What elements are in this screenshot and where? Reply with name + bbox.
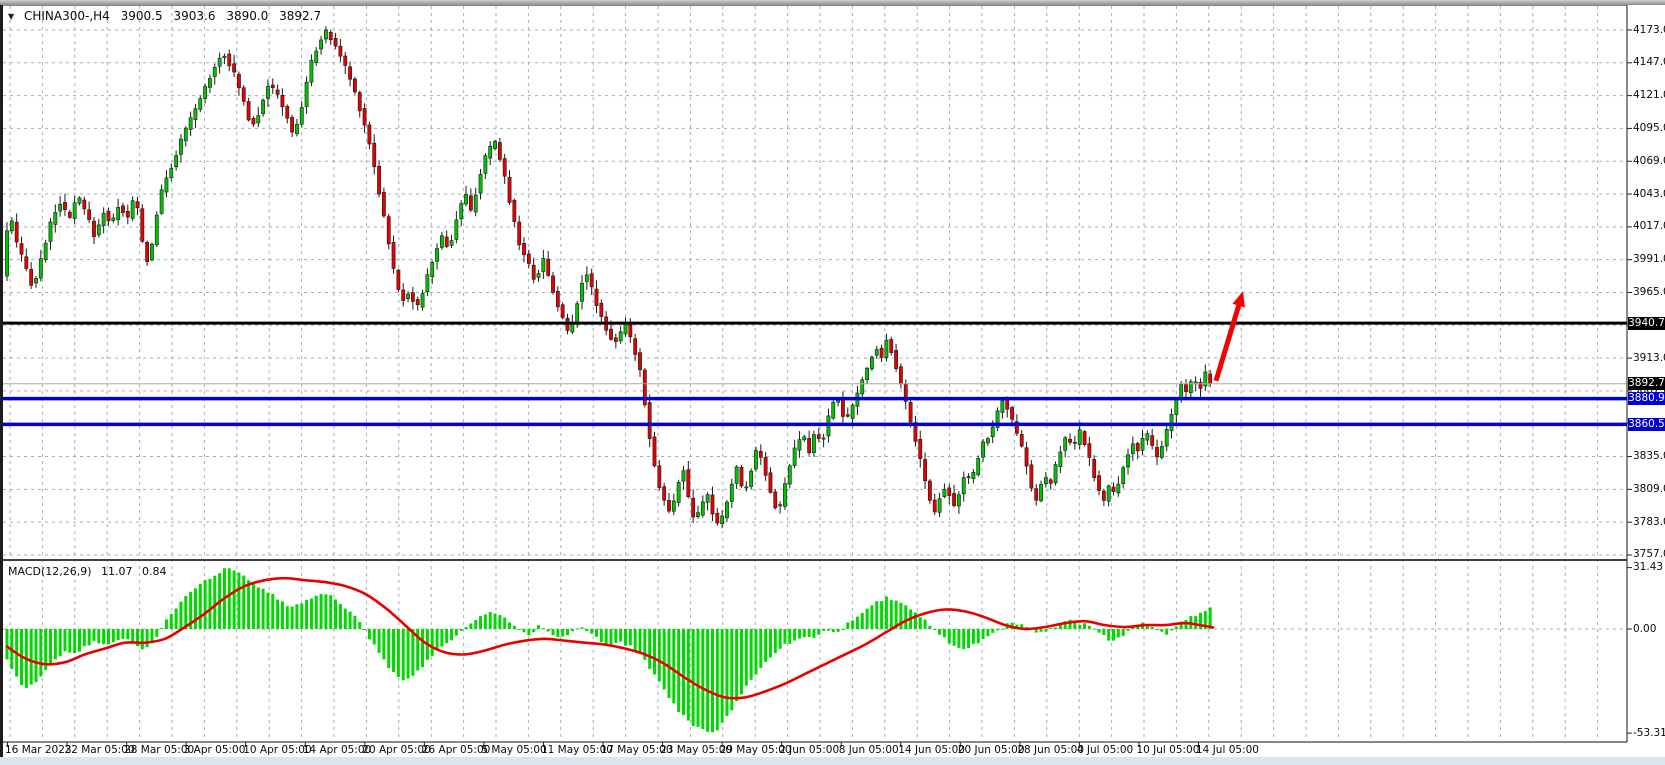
price-axis-label: 4069.0 — [1633, 155, 1665, 168]
price-axis-label: 4043.0 — [1633, 188, 1665, 201]
price-axis-label: 4121.0 — [1633, 89, 1665, 102]
chart-window: ▼ CHINA300-,H4 3900.5 3903.6 3890.0 3892… — [0, 0, 1665, 765]
price-axis-label: 3991.0 — [1633, 253, 1665, 266]
price-badge-3892-7: 3892.7 — [1628, 377, 1665, 390]
ohlc-close: 3892.7 — [279, 9, 321, 23]
price-axis-label: 4173.0 — [1633, 24, 1665, 37]
date-axis-label: 26 Apr 05:00 — [422, 744, 490, 756]
macd-value: 11.07 — [101, 565, 133, 578]
macd-indicator-label: MACD(12,26,9) 11.07 0.84 — [8, 565, 167, 578]
date-axis-label: 14 Jun 05:00 — [898, 744, 965, 756]
price-axis-label: 3809.0 — [1633, 483, 1665, 496]
date-axis-label: 10 Jul 05:00 — [1136, 744, 1199, 756]
macd-histogram — [6, 568, 1212, 732]
price-badge-3860-5: 3860.5 — [1628, 418, 1665, 431]
price-badge-3880-9: 3880.9 — [1628, 392, 1665, 405]
price-axis-label: 3783.0 — [1633, 516, 1665, 529]
macd-signal-value: 0.84 — [142, 565, 167, 578]
date-axis-label: 10 Apr 05:00 — [243, 744, 311, 756]
price-axis-label: 3913.0 — [1633, 352, 1665, 365]
date-axis-label: 14 Jul 05:00 — [1196, 744, 1259, 756]
date-axis-label: 28 Jun 05:00 — [1017, 744, 1084, 756]
date-axis-label: 8 Jun 05:00 — [839, 744, 899, 756]
ohlc-high: 3903.6 — [173, 9, 215, 23]
macd-axis-label: 0.00 — [1633, 623, 1656, 636]
symbol-title: CHINA300-,H4 — [24, 9, 110, 23]
chart-canvas[interactable] — [0, 0, 1665, 765]
date-axis-label: 3 Apr 05:00 — [184, 744, 246, 756]
price-axis-label: 3757.0 — [1633, 548, 1665, 561]
macd-name: MACD(12,26,9) — [8, 565, 92, 578]
date-axis-label: 4 Jul 05:00 — [1077, 744, 1133, 756]
price-axis-label: 4017.0 — [1633, 220, 1665, 233]
date-axis-label: 16 Mar 2023 — [5, 744, 72, 756]
ohlc-open: 3900.5 — [121, 9, 163, 23]
candlestick-series — [5, 26, 1211, 528]
macd-axis-label: -53.31 — [1633, 727, 1665, 740]
macd-axis-label: 31.43 — [1633, 561, 1663, 574]
price-axis-label: 3965.0 — [1633, 286, 1665, 299]
window-top-edge — [0, 0, 1665, 5]
price-axis-label: 4095.0 — [1633, 122, 1665, 135]
chart-header: ▼ CHINA300-,H4 3900.5 3903.6 3890.0 3892… — [8, 9, 321, 23]
date-axis-label: 2 Jun 05:00 — [779, 744, 839, 756]
date-axis-label: 20 Jun 05:00 — [958, 744, 1025, 756]
price-axis-label: 3835.0 — [1633, 450, 1665, 463]
date-axis-label: 5 May 05:00 — [481, 744, 546, 756]
trend-arrow-annotation[interactable] — [1216, 291, 1245, 381]
symbol-dropdown-icon[interactable]: ▼ — [8, 12, 14, 21]
price-axis-label: 4147.0 — [1633, 56, 1665, 69]
date-axis-label: 14 Apr 05:00 — [303, 744, 371, 756]
date-axis-label: 20 Apr 05:00 — [362, 744, 430, 756]
price-badge-3940-7: 3940.7 — [1628, 317, 1665, 330]
ohlc-low: 3890.0 — [226, 9, 268, 23]
window-bottom-edge — [0, 757, 1665, 765]
window-left-edge — [0, 5, 3, 757]
